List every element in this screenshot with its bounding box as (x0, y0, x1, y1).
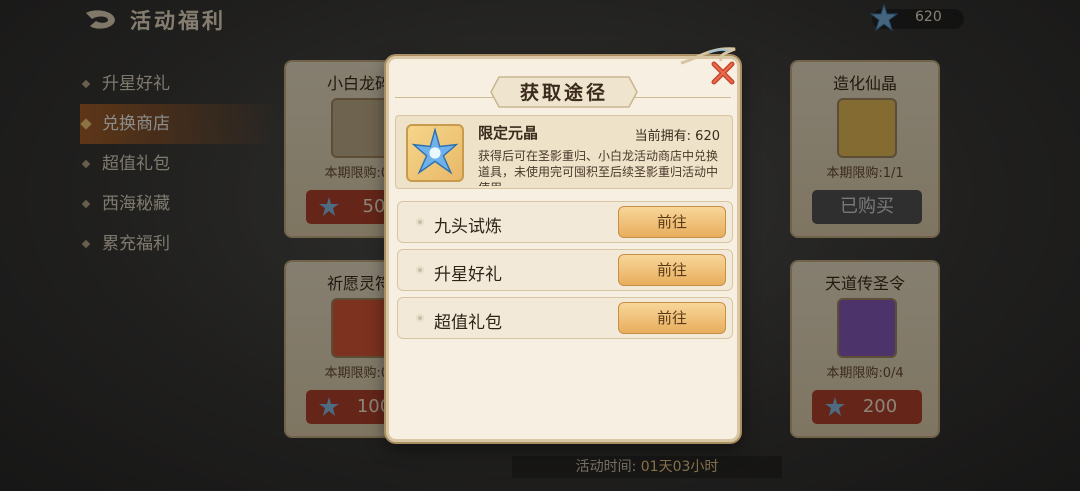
shop-card: 造化仙晶 本期限购:1/1 已购买 (790, 60, 940, 238)
crystal-icon (870, 4, 898, 32)
sidebar-item-label: 超值礼包 (102, 154, 170, 174)
acquire-routes-dialog: 获取途径 限定元晶 当前拥有: 620 获得后可在圣影重归、小白龙活动商店中兑换… (386, 47, 740, 442)
bullet-icon (81, 199, 91, 209)
bullet-icon (416, 314, 424, 322)
item-portrait-icon (331, 98, 391, 158)
item-name: 限定元晶 (478, 124, 539, 142)
dialog-title: 获取途径 (519, 82, 608, 104)
item-description[interactable]: 获得后可在圣影重归、小白龙活动商店中兑换道具，未使用完可囤积至后续圣影重归活动中… (478, 148, 726, 186)
bullet-icon (81, 159, 91, 169)
route-row: 超值礼包 前往 (397, 297, 733, 339)
sidebar-item-exchange-shop[interactable]: 兑换商店 (80, 104, 280, 144)
dialog-title-banner: 获取途径 (489, 75, 639, 109)
purchased-button: 已购买 (812, 190, 922, 224)
bullet-icon (80, 118, 92, 130)
sidebar-item-recharge-rewards[interactable]: 累充福利 (80, 224, 280, 264)
item-orb-icon (837, 98, 897, 158)
crystal-icon (319, 397, 339, 416)
event-time-value: 01天03小时 (640, 459, 719, 475)
go-button[interactable]: 前往 (618, 302, 726, 334)
crystal-icon (825, 397, 845, 416)
card-title: 造化仙晶 (832, 74, 897, 93)
price-value: 50 (362, 196, 386, 217)
crystal-icon (319, 197, 339, 216)
item-crystal-icon (406, 124, 464, 182)
bullet-icon (416, 218, 424, 226)
purchase-limit: 本期限购:0/4 (826, 366, 904, 381)
sidebar-item-west-sea-treasure[interactable]: 西海秘藏 (80, 184, 280, 224)
sidebar-item-value-pack[interactable]: 超值礼包 (80, 144, 280, 184)
bullet-icon (81, 79, 91, 89)
sidebar-nav: 升星好礼 兑换商店 超值礼包 西海秘藏 累充福利 (80, 64, 280, 264)
bullet-icon (416, 266, 424, 274)
sidebar-item-label: 西海秘藏 (102, 194, 170, 214)
top-bar: 活动福利 620 (0, 0, 1080, 40)
card-title: 天道传圣令 (824, 274, 905, 293)
currency-value: 620 (915, 9, 942, 25)
title-divider (631, 97, 731, 98)
event-time: 活动时间: 01天03小时 (512, 456, 782, 478)
route-label: 升星好礼 (434, 265, 502, 285)
route-row: 九头试炼 前往 (397, 201, 733, 243)
sidebar-item-star-gift[interactable]: 升星好礼 (80, 64, 280, 104)
go-button[interactable]: 前往 (618, 254, 726, 286)
item-scroll-icon (331, 298, 391, 358)
route-label: 超值礼包 (434, 313, 502, 333)
purchase-limit: 本期限购:1/1 (826, 166, 904, 181)
item-token-icon (837, 298, 897, 358)
go-button[interactable]: 前往 (618, 206, 726, 238)
route-row: 升星好礼 前往 (397, 249, 733, 291)
sidebar-item-label: 累充福利 (102, 234, 170, 254)
title-divider (395, 97, 495, 98)
bullet-icon (81, 239, 91, 249)
item-info-panel: 限定元晶 当前拥有: 620 获得后可在圣影重归、小白龙活动商店中兑换道具，未使… (395, 115, 733, 189)
owned-count: 当前拥有: 620 (634, 129, 720, 144)
sidebar-item-label: 升星好礼 (102, 74, 170, 94)
route-label: 九头试炼 (434, 217, 502, 237)
event-time-label: 活动时间: (575, 459, 641, 475)
price-value: 200 (862, 396, 898, 417)
sidebar-item-label: 兑换商店 (102, 114, 170, 134)
back-arrow-icon[interactable] (84, 9, 118, 31)
shop-card: 天道传圣令 本期限购:0/4 200 (790, 260, 940, 438)
buy-button[interactable]: 200 (812, 390, 922, 424)
close-icon[interactable] (709, 59, 737, 87)
page-title: 活动福利 (130, 9, 226, 33)
